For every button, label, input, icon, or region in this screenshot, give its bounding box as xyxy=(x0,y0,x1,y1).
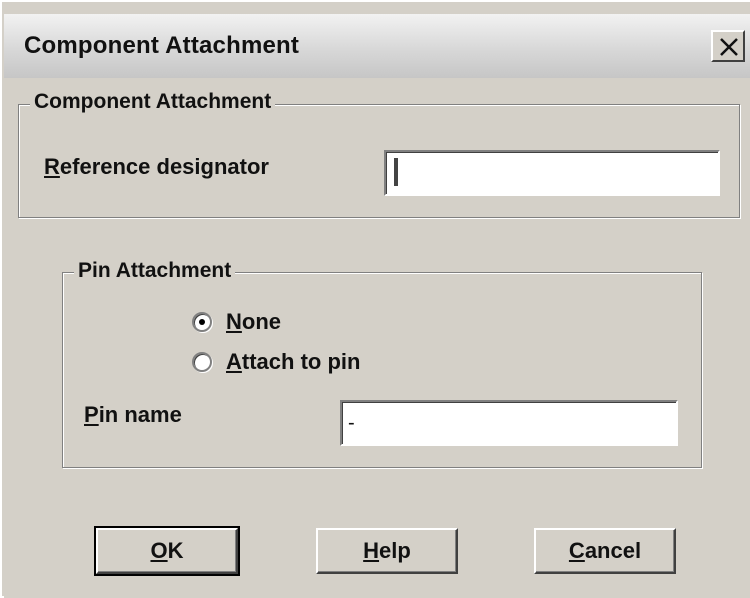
pin-name-label: Pin name xyxy=(84,402,182,428)
help-button[interactable]: Help xyxy=(316,528,458,574)
help-label-text: elp xyxy=(379,538,411,563)
radio-none-accelerator: N xyxy=(226,309,242,334)
cancel-accelerator: C xyxy=(568,538,585,563)
close-button[interactable] xyxy=(711,30,745,62)
window-title: Component Attachment xyxy=(24,32,300,59)
radio-none[interactable] xyxy=(192,312,212,332)
radio-attach-to-pin[interactable] xyxy=(192,352,212,372)
cancel-button-label: Cancel xyxy=(569,540,641,562)
ok-button-label: OK xyxy=(150,540,183,562)
component-attachment-legend: Component Attachment xyxy=(30,90,276,114)
pin-name-input[interactable] xyxy=(342,402,676,444)
close-icon xyxy=(720,38,738,56)
text-caret xyxy=(394,158,398,186)
cancel-button[interactable]: Cancel xyxy=(534,528,676,574)
reference-designator-label: Reference designator xyxy=(44,154,269,180)
cancel-label-text: ancel xyxy=(584,538,642,563)
pin-attachment-legend: Pin Attachment xyxy=(74,259,236,283)
reference-designator-input-box[interactable] xyxy=(384,150,720,196)
radio-attach-label-text: ttach to pin xyxy=(241,349,361,374)
title-bar[interactable]: Component Attachment xyxy=(4,14,750,78)
radio-selected-dot xyxy=(199,319,205,325)
dialog-client-area: Component Attachment Reference designato… xyxy=(4,78,750,598)
reference-designator-label-text: eference designator xyxy=(59,154,269,179)
ok-accelerator: O xyxy=(150,538,168,563)
help-button-label: Help xyxy=(363,540,411,562)
radio-attach-accelerator: A xyxy=(226,349,242,374)
ok-button[interactable]: OK xyxy=(94,526,240,576)
pin-name-label-text: in name xyxy=(98,402,182,427)
ok-label-text: K xyxy=(167,538,184,563)
radio-none-label-text: one xyxy=(241,309,282,334)
reference-designator-accelerator: R xyxy=(44,154,60,179)
radio-attach-to-pin-label[interactable]: Attach to pin xyxy=(226,349,360,375)
reference-designator-input[interactable] xyxy=(386,152,718,194)
component-attachment-dialog: Component Attachment Component Attachmen… xyxy=(0,0,750,598)
help-accelerator: H xyxy=(363,538,380,563)
radio-none-label[interactable]: None xyxy=(226,309,281,335)
pin-name-accelerator: P xyxy=(84,402,99,427)
pin-name-input-box[interactable] xyxy=(340,400,678,446)
